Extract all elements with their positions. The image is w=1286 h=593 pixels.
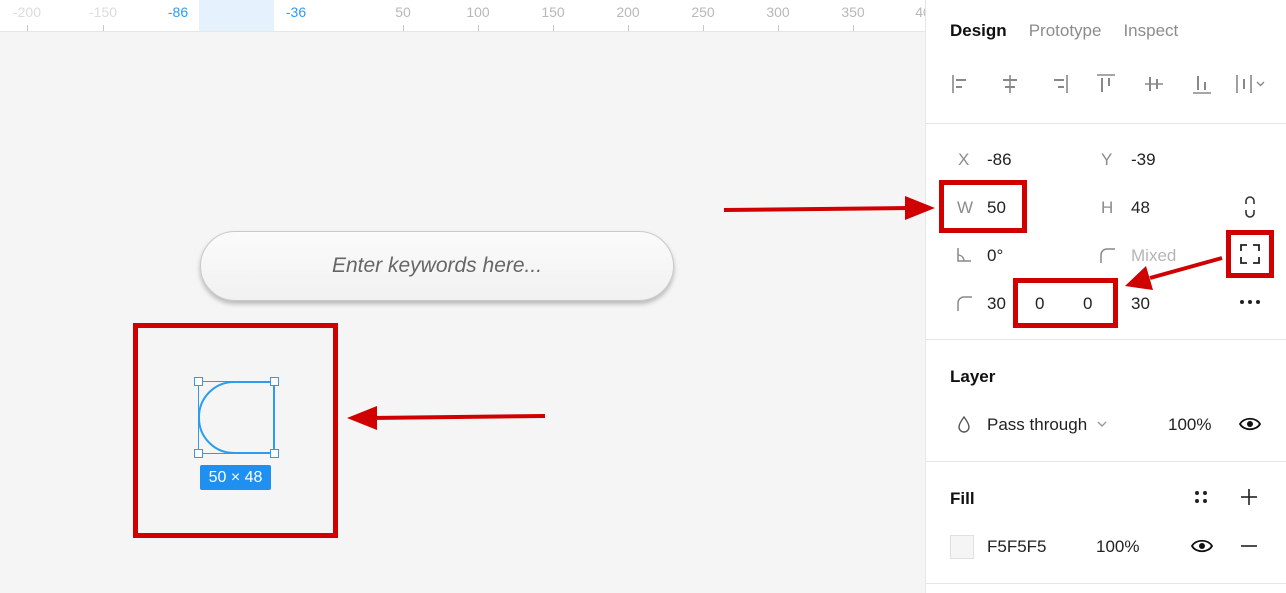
- ruler-mark: [103, 25, 104, 31]
- eye-icon[interactable]: [1191, 536, 1213, 556]
- align-right-icon[interactable]: [1046, 72, 1070, 96]
- ruler-tick: 150: [541, 4, 565, 20]
- ruler-mark: [778, 25, 779, 31]
- layer-opacity-field[interactable]: 100%: [1168, 415, 1211, 435]
- h-label: H: [1101, 198, 1114, 217]
- design-canvas[interactable]: -200 -150 -86 -36 50 100 150 200 250 300…: [0, 0, 925, 593]
- annotation-box-independent-corners: [1226, 230, 1274, 278]
- fill-opacity-field[interactable]: 100%: [1096, 537, 1139, 557]
- ruler-tick: 40: [915, 4, 925, 20]
- y-field[interactable]: -39: [1131, 150, 1156, 170]
- ruler-mark: [628, 25, 629, 31]
- align-vertical-center-icon[interactable]: [1142, 72, 1166, 96]
- tab-design[interactable]: Design: [950, 21, 1007, 41]
- ruler-mark: [403, 25, 404, 31]
- section-divider: [926, 339, 1286, 340]
- radius-top-left-field[interactable]: 30: [987, 294, 1006, 314]
- align-bottom-icon[interactable]: [1190, 72, 1214, 96]
- align-horizontal-center-icon[interactable]: [998, 72, 1022, 96]
- corner-radius-icon: [1100, 248, 1115, 263]
- ruler-mark: [553, 25, 554, 31]
- rotation-field[interactable]: 0°: [987, 246, 1003, 266]
- size-tag: 50 × 48: [200, 465, 271, 490]
- tab-prototype[interactable]: Prototype: [1029, 21, 1102, 41]
- ruler-tick-selection-end: -36: [285, 4, 307, 20]
- align-top-icon[interactable]: [1094, 72, 1118, 96]
- ruler-mark: [853, 25, 854, 31]
- resize-handle-top-left[interactable]: [194, 377, 203, 386]
- corner-top-left-icon: [957, 296, 972, 311]
- align-left-icon[interactable]: [950, 72, 974, 96]
- more-options-icon[interactable]: [1238, 292, 1262, 312]
- ruler-selection-band: [199, 0, 274, 31]
- fill-hex-field[interactable]: F5F5F5: [987, 537, 1047, 557]
- panel-tabs: Design Prototype Inspect: [950, 21, 1178, 41]
- distribute-dropdown-icon[interactable]: [1234, 72, 1270, 96]
- constrain-proportions-icon[interactable]: [1238, 194, 1262, 220]
- ruler-tick: 100: [466, 4, 490, 20]
- search-placeholder-text: Enter keywords here...: [331, 254, 543, 277]
- styles-grid-icon[interactable]: [1192, 488, 1210, 506]
- layer-section-title: Layer: [950, 367, 996, 386]
- ruler-tick: 300: [766, 4, 790, 20]
- tab-inspect[interactable]: Inspect: [1123, 21, 1178, 41]
- selection-outline: [198, 381, 275, 454]
- section-divider: [926, 123, 1286, 124]
- resize-handle-bottom-right[interactable]: [270, 449, 279, 458]
- alignment-toolbar: [950, 72, 1270, 98]
- ruler-tick: -200: [12, 4, 42, 20]
- blend-mode-select[interactable]: Pass through: [987, 415, 1087, 435]
- resize-handle-top-right[interactable]: [270, 377, 279, 386]
- ruler-tick: 250: [691, 4, 715, 20]
- ruler-tick: -150: [88, 4, 118, 20]
- search-pill-frame[interactable]: Enter keywords here...: [200, 231, 674, 301]
- ruler-tick: 350: [841, 4, 865, 20]
- ruler-mark: [478, 25, 479, 31]
- selected-half-pill-shape[interactable]: [194, 377, 279, 458]
- rotation-icon: [957, 248, 971, 262]
- annotation-box-corner-radii: [1013, 278, 1118, 328]
- ruler-mark: [27, 25, 28, 31]
- add-fill-plus-icon[interactable]: [1239, 487, 1259, 507]
- ruler-tick: 50: [395, 4, 411, 20]
- annotation-box-width: [939, 180, 1027, 233]
- ruler-mark: [703, 25, 704, 31]
- y-label: Y: [1101, 150, 1113, 169]
- blend-mode-drop-icon: [958, 415, 970, 433]
- remove-fill-minus-icon[interactable]: [1239, 536, 1259, 556]
- radius-bottom-left-field[interactable]: 30: [1131, 294, 1150, 314]
- section-divider: [926, 583, 1286, 584]
- chevron-down-icon[interactable]: [1096, 418, 1108, 430]
- eye-icon[interactable]: [1239, 414, 1261, 434]
- resize-handle-bottom-left[interactable]: [194, 449, 203, 458]
- height-field[interactable]: 48: [1131, 198, 1150, 218]
- fill-section-title: Fill: [950, 489, 975, 508]
- x-field[interactable]: -86: [987, 150, 1012, 170]
- ruler-tick-selection-start: -86: [167, 4, 189, 20]
- horizontal-ruler: -200 -150 -86 -36 50 100 150 200 250 300…: [0, 0, 925, 32]
- fill-color-swatch[interactable]: [950, 535, 974, 559]
- ruler-tick: 200: [616, 4, 640, 20]
- x-label: X: [958, 150, 970, 169]
- corner-radius-field[interactable]: Mixed: [1131, 246, 1176, 266]
- section-divider: [926, 461, 1286, 462]
